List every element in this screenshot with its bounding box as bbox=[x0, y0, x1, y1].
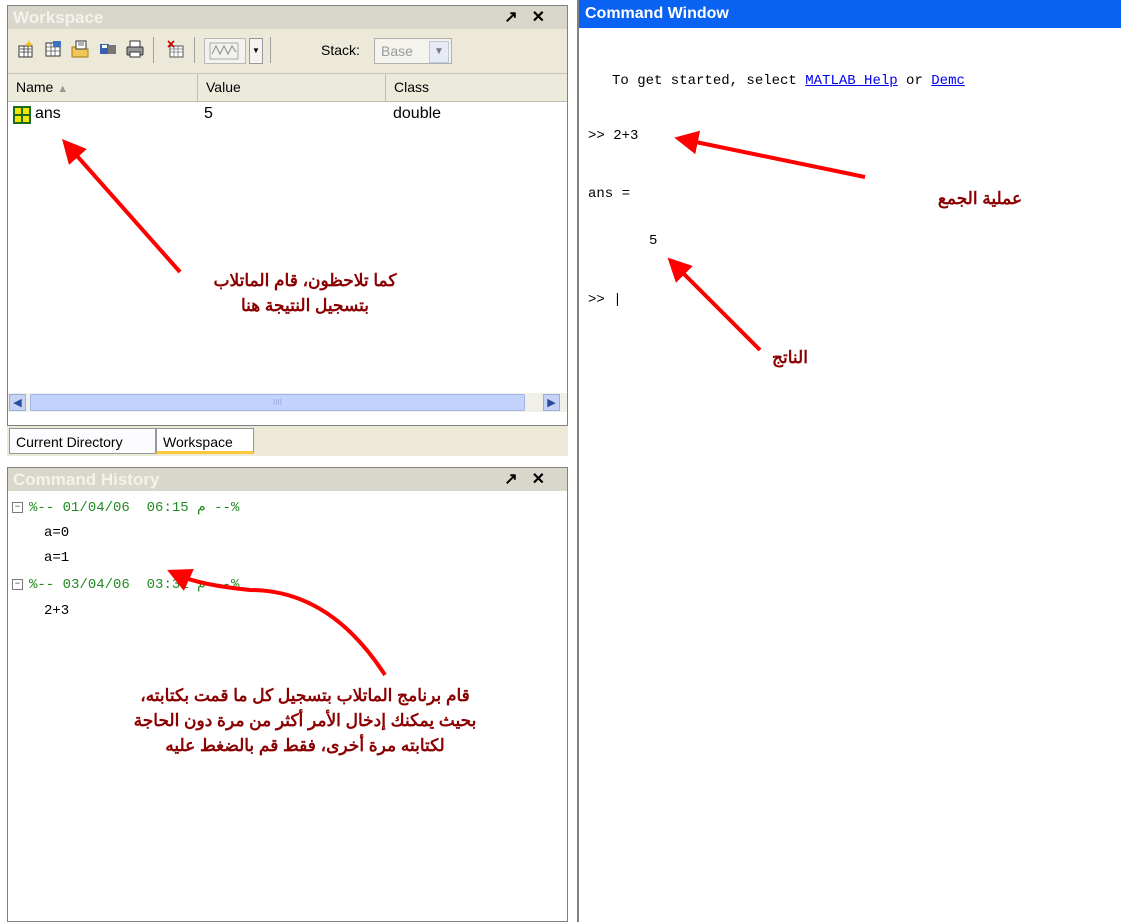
history-annotation: قام برنامج الماتلاب بتسجيل كل ما قمت بكت… bbox=[133, 686, 477, 755]
command-prompt[interactable]: >> | bbox=[588, 292, 622, 308]
undock-icon[interactable]: ↗ bbox=[504, 471, 531, 488]
history-session-header[interactable]: − %-- م 03:31 03/04/06 --% bbox=[12, 576, 239, 593]
column-header-value[interactable]: Value bbox=[198, 74, 386, 101]
stack-value: Base bbox=[381, 43, 413, 59]
print-icon[interactable] bbox=[125, 39, 145, 59]
history-title: Command History bbox=[13, 470, 160, 489]
sort-ascending-icon: ▲ bbox=[57, 83, 69, 95]
toolbar-separator bbox=[270, 37, 271, 63]
collapse-icon[interactable]: − bbox=[12, 501, 23, 513]
matlab-help-link[interactable]: MATLAB Help bbox=[805, 73, 897, 89]
tab-workspace[interactable]: Workspace bbox=[156, 428, 254, 454]
result-annotation: الناتج bbox=[772, 348, 808, 367]
horizontal-scrollbar[interactable]: ◀ IIII ▶ bbox=[8, 393, 567, 412]
new-variable-icon[interactable] bbox=[16, 39, 36, 59]
command-window[interactable]: Command Window To get started, select MA… bbox=[577, 0, 1121, 922]
stack-label: Stack: bbox=[321, 42, 360, 58]
delete-icon[interactable] bbox=[166, 39, 186, 59]
history-command[interactable]: a=0 bbox=[44, 525, 69, 541]
collapse-icon[interactable]: − bbox=[12, 578, 23, 590]
workspace-title-bar: Workspace ↗✕ bbox=[8, 6, 567, 29]
table-row[interactable]: ans 5 double bbox=[8, 104, 567, 128]
history-session-header[interactable]: − %-- م 06:15 01/04/06 --% bbox=[12, 499, 239, 516]
stack-select[interactable]: Base ▼ bbox=[374, 38, 452, 64]
save-icon[interactable] bbox=[98, 39, 118, 59]
result-value: 5 bbox=[649, 233, 658, 249]
column-header-name[interactable]: Name ▲ bbox=[8, 74, 198, 101]
plot-icon[interactable] bbox=[204, 38, 246, 64]
demos-link[interactable]: Demc bbox=[931, 73, 965, 89]
sum-annotation: عملية الجمع bbox=[937, 189, 1023, 208]
workspace-title: Workspace bbox=[13, 8, 104, 27]
scroll-left-icon[interactable]: ◀ bbox=[9, 394, 26, 411]
tab-current-directory[interactable]: Current Directory bbox=[9, 428, 156, 454]
ans-label: ans = bbox=[588, 186, 631, 202]
workspace-annotation: كما تلاحظون، قام الماتلاب بتسجيل النتيجة… bbox=[213, 271, 397, 315]
history-title-bar: Command History ↗✕ bbox=[8, 468, 567, 491]
variable-value: 5 bbox=[204, 105, 213, 122]
scroll-right-icon[interactable]: ▶ bbox=[543, 394, 560, 411]
scrollbar-thumb[interactable]: IIII bbox=[30, 394, 525, 411]
history-command[interactable]: a=1 bbox=[44, 550, 69, 566]
open-variable-icon[interactable] bbox=[43, 39, 63, 59]
toolbar-separator bbox=[153, 37, 154, 63]
matrix-variable-icon bbox=[13, 106, 31, 124]
panel-tabs: Current Directory Workspace bbox=[7, 426, 568, 456]
close-icon[interactable]: ✕ bbox=[532, 471, 559, 488]
chevron-down-icon[interactable]: ▼ bbox=[429, 41, 449, 63]
variable-class: double bbox=[393, 105, 442, 122]
intro-text: To get started, select MATLAB Help or De… bbox=[612, 73, 965, 89]
command-window-title: Command Window bbox=[579, 0, 1121, 28]
column-header-class[interactable]: Class bbox=[386, 74, 567, 101]
workspace-panel: Workspace ↗✕ ▼ Stack: Base ▼ Name ▲ Value… bbox=[7, 5, 568, 426]
workspace-toolbar: ▼ Stack: Base ▼ bbox=[8, 29, 567, 74]
close-icon[interactable]: ✕ bbox=[532, 9, 559, 26]
toolbar-separator bbox=[194, 37, 195, 63]
undock-icon[interactable]: ↗ bbox=[504, 9, 531, 26]
plot-dropdown-arrow[interactable]: ▼ bbox=[249, 38, 263, 64]
command-input-line: >> 2+3 bbox=[588, 128, 639, 144]
variable-name: ans bbox=[35, 105, 61, 122]
workspace-table-header: Name ▲ Value Class bbox=[8, 74, 567, 102]
history-command[interactable]: 2+3 bbox=[44, 603, 69, 619]
import-data-icon[interactable] bbox=[70, 39, 90, 59]
